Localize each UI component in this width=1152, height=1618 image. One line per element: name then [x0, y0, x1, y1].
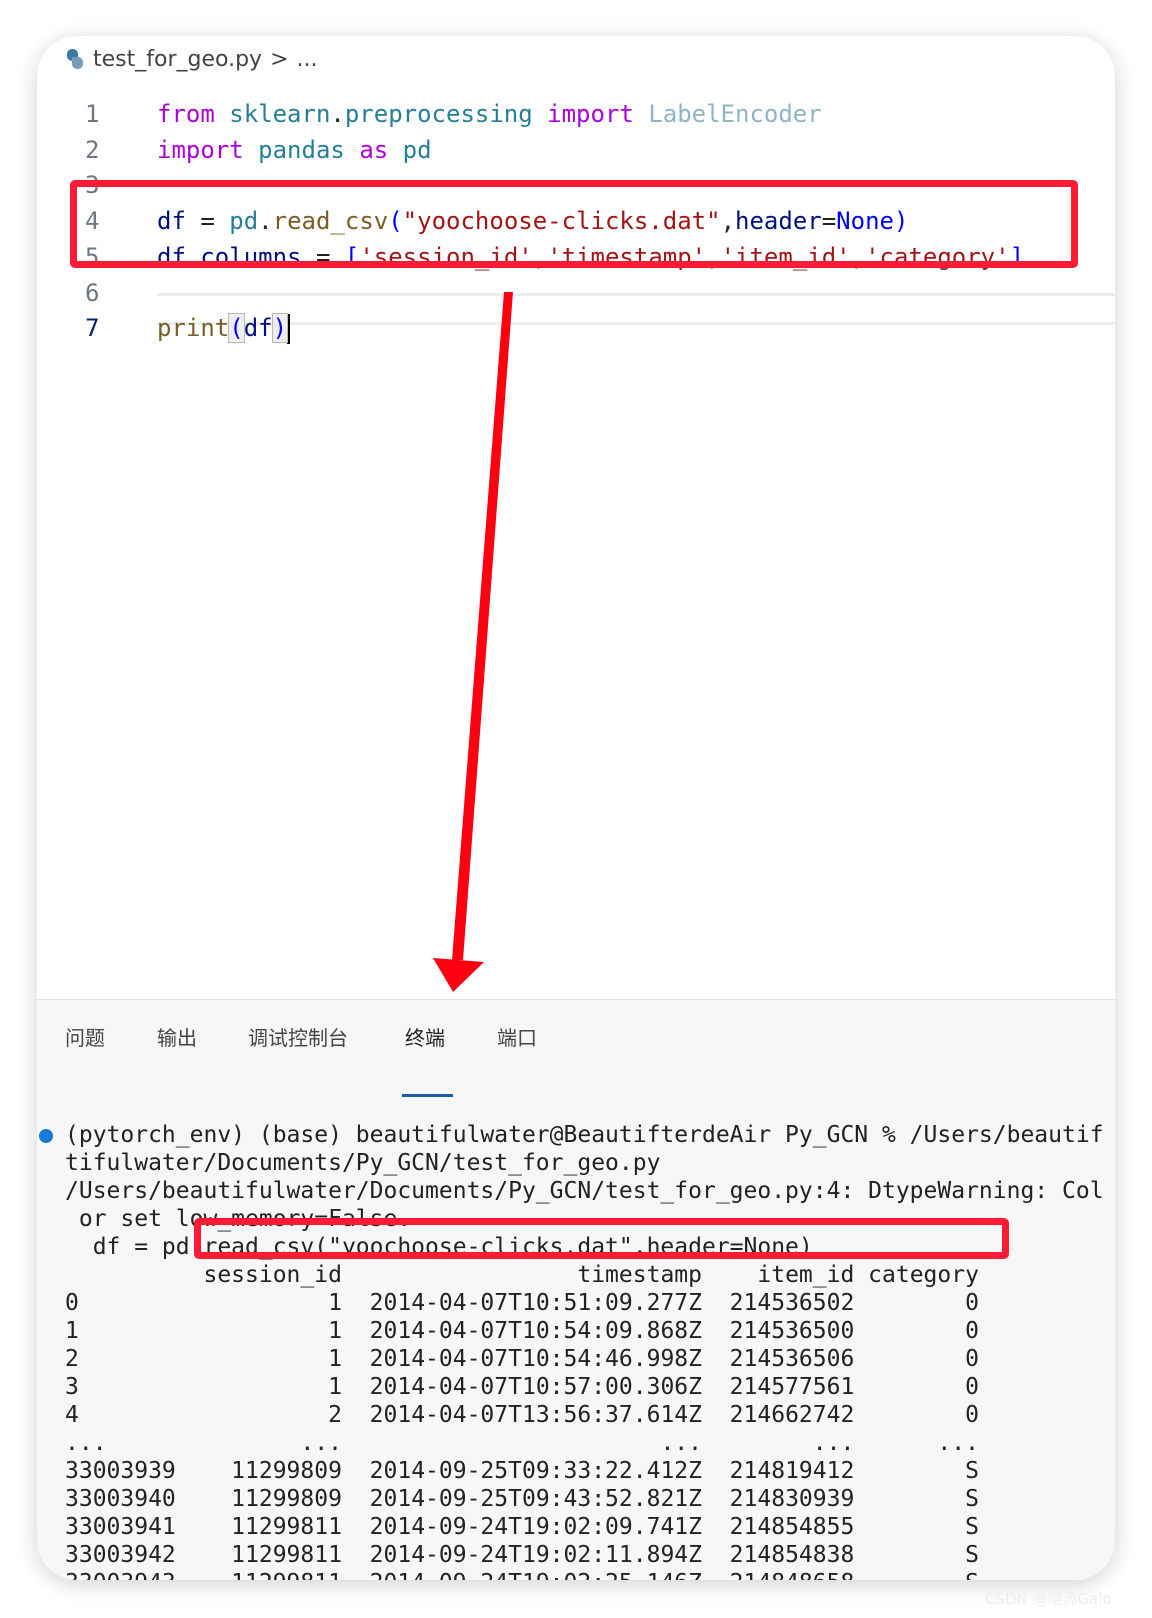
red-arrow-annotation: [433, 292, 513, 992]
watermark: CSDN @晓源Galo: [985, 1590, 1112, 1608]
